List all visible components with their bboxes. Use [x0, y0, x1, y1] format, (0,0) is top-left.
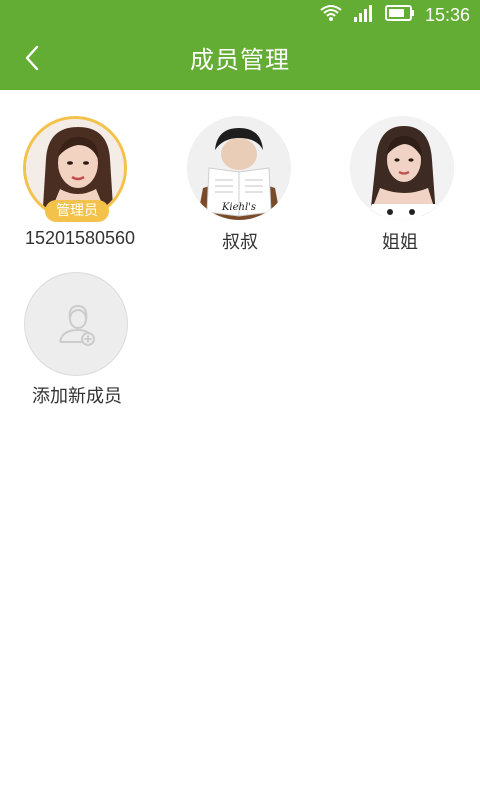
avatar	[350, 116, 454, 220]
member-name: 姐姐	[382, 232, 418, 252]
status-icons: 15:36	[319, 0, 470, 30]
member-item[interactable]: 管理员 15201580560	[0, 90, 160, 260]
status-time: 15:36	[424, 4, 470, 25]
add-member-button[interactable]: 添加新成员	[0, 270, 160, 410]
status-bar: 15:36	[0, 0, 480, 30]
wifi-icon	[319, 4, 343, 26]
battery-icon	[384, 5, 415, 25]
member-item[interactable]: Kiehl's 叔叔	[160, 90, 320, 260]
signal-icon	[353, 4, 375, 26]
page-title: 成员管理	[190, 46, 290, 74]
member-name: 15201580560	[24, 228, 136, 248]
add-member-avatar	[24, 272, 128, 376]
add-member-label: 添加新成员	[32, 386, 122, 406]
admin-badge: 管理员	[45, 200, 109, 222]
member-item[interactable]: 姐姐	[320, 90, 480, 260]
svg-text:Kiehl's: Kiehl's	[221, 202, 256, 213]
avatar: Kiehl's	[187, 116, 291, 220]
nav-bar: 成员管理	[0, 30, 480, 90]
add-user-icon	[54, 302, 98, 346]
member-name: 叔叔	[222, 232, 258, 252]
